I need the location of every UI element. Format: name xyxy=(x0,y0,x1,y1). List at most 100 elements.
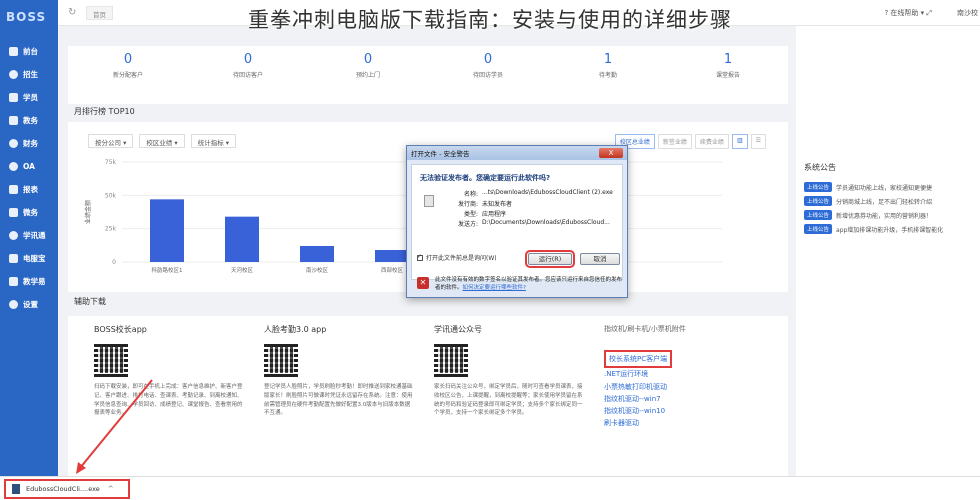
announcement-tag: 上线公告 xyxy=(804,210,833,220)
announcement-item[interactable]: 上线公告 新增优惠券功能，实用的营销利器！ xyxy=(804,208,943,222)
bar xyxy=(225,216,259,262)
y-tick-label: 25k xyxy=(105,226,117,233)
hardware-title: 指纹机/刷卡机/小票机附件 xyxy=(604,325,686,333)
pc-client-label: 校长系统PC客户端 xyxy=(604,350,673,369)
sidebar-item-oa[interactable]: OA xyxy=(0,155,58,178)
field-type: 类型: 应用程序 xyxy=(442,209,506,218)
sidebar-item-academics[interactable]: 教务 xyxy=(0,109,58,132)
announcement-panel: 系统公告 上线公告 学员通知功能上线，家校通知更便捷 上线公告 分销商城上线，足不出… xyxy=(796,26,980,476)
field-name: 名称: ...ts\Downloads\EdubossCloudClient (2… xyxy=(442,189,613,198)
sidebar-item-label: 学员 xyxy=(23,93,38,102)
download-wechat-account: 学讯通公众号 家长扫码关注公众号，绑定学员后，随时可查看学员课表，接收校区公告，… xyxy=(434,324,594,418)
stat-pending-visit-customers[interactable]: 0 待回访客户 xyxy=(188,46,308,104)
book-icon xyxy=(9,277,18,286)
announcement-item[interactable]: 上线公告 app增加排课功能升级，手机排课智能化 xyxy=(804,222,943,236)
sidebar-item-students[interactable]: 学员 xyxy=(0,86,58,109)
sidebar-item-finance[interactable]: 财务 xyxy=(0,132,58,155)
stat-pending-visit-students[interactable]: 0 待回访学员 xyxy=(428,46,548,104)
link-dotnet[interactable]: .NET运行环境 xyxy=(604,368,764,380)
filter-label: 统计指标 xyxy=(197,139,224,147)
qr-code-icon xyxy=(434,343,468,377)
sidebar-item-dianfubao[interactable]: 电服宝 xyxy=(0,247,58,270)
monitor-icon xyxy=(9,47,18,56)
filter-campus-performance[interactable]: 校区业绩 ▾ xyxy=(139,134,185,148)
security-warning-dialog: 打开文件 - 安全警告 X 无法验证发布者。您确定要运行此软件吗? 名称:...… xyxy=(406,145,628,298)
sidebar-item-label: 电服宝 xyxy=(23,254,46,263)
toggle-icon xyxy=(9,162,18,171)
field-value: 应用程序 xyxy=(482,211,507,218)
field-key: 名称: xyxy=(463,191,478,198)
announcement-tag: 上线公告 xyxy=(804,224,833,234)
filter-label: 校区业绩 xyxy=(146,139,173,147)
hardware-link-list: 校长系统PC客户端 .NET运行环境 小票热敏打印机驱动 指纹机驱动--win7… xyxy=(604,350,764,430)
cancel-button[interactable]: 取消 xyxy=(580,253,620,265)
list-view-icon[interactable]: ☰ xyxy=(750,134,766,149)
help-link[interactable]: 如何决定要运行哪些软件? xyxy=(463,285,526,291)
bar xyxy=(300,246,334,262)
run-button[interactable]: 运行(R) xyxy=(525,250,575,268)
gear-icon xyxy=(9,300,18,309)
sidebar-item-frontdesk[interactable]: 前台 xyxy=(0,40,58,63)
board-icon xyxy=(9,116,18,125)
stat-label: 待回访学员 xyxy=(472,72,503,79)
btn-renewal-performance[interactable]: 续费业绩 xyxy=(694,134,729,149)
y-tick-label: 75k xyxy=(105,159,117,166)
filter-label: 按分公司 xyxy=(95,139,121,147)
announcement-item[interactable]: 上线公告 分销商城上线，足不出门轻松转介绍 xyxy=(804,194,943,208)
app-name: BOSS校长app xyxy=(94,325,147,334)
btn-new-performance[interactable]: 新签业绩 xyxy=(657,134,692,149)
link-pc-client[interactable]: 校长系统PC客户端 xyxy=(604,350,764,369)
chat-icon xyxy=(9,231,18,240)
ranking-filters: 按分公司 ▾ 校区业绩 ▾ 统计指标 ▾ xyxy=(88,134,237,148)
link-fingerprint-win7[interactable]: 指纹机驱动--win7 xyxy=(604,393,764,405)
coin-icon xyxy=(9,139,18,148)
always-ask-checkbox[interactable]: 打开此文件前总是询问(W) xyxy=(417,253,497,262)
filter-branch[interactable]: 按分公司 ▾ xyxy=(88,134,134,148)
field-key: 发送方: xyxy=(457,221,478,228)
dialog-titlebar[interactable]: 打开文件 - 安全警告 X xyxy=(407,146,627,160)
sidebar-item-label: 教学易 xyxy=(23,277,46,286)
sidebar-item-label: 设置 xyxy=(23,300,38,309)
stat-class-reports[interactable]: 1 课堂报告 xyxy=(668,46,788,104)
link-fingerprint-win10[interactable]: 指纹机驱动--win10 xyxy=(604,405,764,417)
downloads-panel: BOSS校长app 扫码下载安装，即可在手机上完成：客户信息维护、新客户登记、客… xyxy=(68,316,788,478)
announcement-text: 分销商城上线，足不出门轻松转介绍 xyxy=(836,198,933,206)
stat-appointments[interactable]: 0 预约上门 xyxy=(308,46,428,104)
stat-value: 0 xyxy=(483,52,493,67)
student-card-icon xyxy=(9,93,18,102)
close-icon[interactable]: X xyxy=(599,148,623,158)
field-publisher: 发行商: 未知发布者 xyxy=(442,199,512,208)
exe-file-icon xyxy=(12,484,20,494)
sidebar-item-settings[interactable]: 设置 xyxy=(0,293,58,316)
warning-text: 此文件没有有效的数字签名以验证其发布者。您应该只运行来自您信任的发布者的软件。如… xyxy=(435,275,623,291)
link-card-reader-driver[interactable]: 刷卡器驱动 xyxy=(604,417,764,429)
application-file-icon xyxy=(424,195,434,207)
sidebar-item-enrollment[interactable]: 招生 xyxy=(0,63,58,86)
sidebar-item-xuexuntong[interactable]: 学讯通 xyxy=(0,224,58,247)
sidebar-item-jiaoxueyi[interactable]: 教学易 xyxy=(0,270,58,293)
app-description: 扫码下载安装，即可在手机上完成：客户信息维护、新客户登记、客户跟进、排打电话、查… xyxy=(94,384,243,417)
filter-metric[interactable]: 统计指标 ▾ xyxy=(190,134,237,148)
y-axis-label: 业绩金额 xyxy=(84,200,92,224)
announcement-title: 系统公告 xyxy=(804,163,836,172)
sidebar-item-label: 招生 xyxy=(23,70,38,79)
people-icon xyxy=(9,208,18,217)
overlay-title: 重拳冲刺电脑版下载指南：安装与使用的详细步骤 xyxy=(248,8,732,32)
dialog-title: 打开文件 - 安全警告 xyxy=(411,150,470,158)
downloaded-file-item[interactable]: EdubossCloudCli....exe ^ xyxy=(4,479,130,499)
sidebar-item-micro[interactable]: 微务 xyxy=(0,201,58,224)
field-key: 发行商: xyxy=(457,201,478,208)
dialog-body: 无法验证发布者。您确定要运行此软件吗? 名称: ...ts\Downloads\E… xyxy=(411,164,623,280)
stat-new-customers[interactable]: 0 新分配客户 xyxy=(68,46,188,104)
checkbox-label: 打开此文件前总是询问(W) xyxy=(426,255,497,262)
ranking-type-buttons: 校区总业绩 新签业绩 续费业绩 ▥ ☰ xyxy=(614,134,766,149)
sidebar-item-label: 财务 xyxy=(23,139,38,148)
bar-chart-icon xyxy=(9,185,18,194)
chevron-up-icon[interactable]: ^ xyxy=(108,485,114,493)
stat-pending-attendance[interactable]: 1 待考勤 xyxy=(548,46,668,104)
chart-view-icon[interactable]: ▥ xyxy=(731,134,748,149)
sidebar-item-reports[interactable]: 报表 xyxy=(0,178,58,201)
sidebar-item-label: 前台 xyxy=(23,47,38,56)
announcement-item[interactable]: 上线公告 学员通知功能上线，家校通知更便捷 xyxy=(804,180,943,194)
link-receipt-printer-driver[interactable]: 小票热敏打印机驱动 xyxy=(604,381,764,393)
